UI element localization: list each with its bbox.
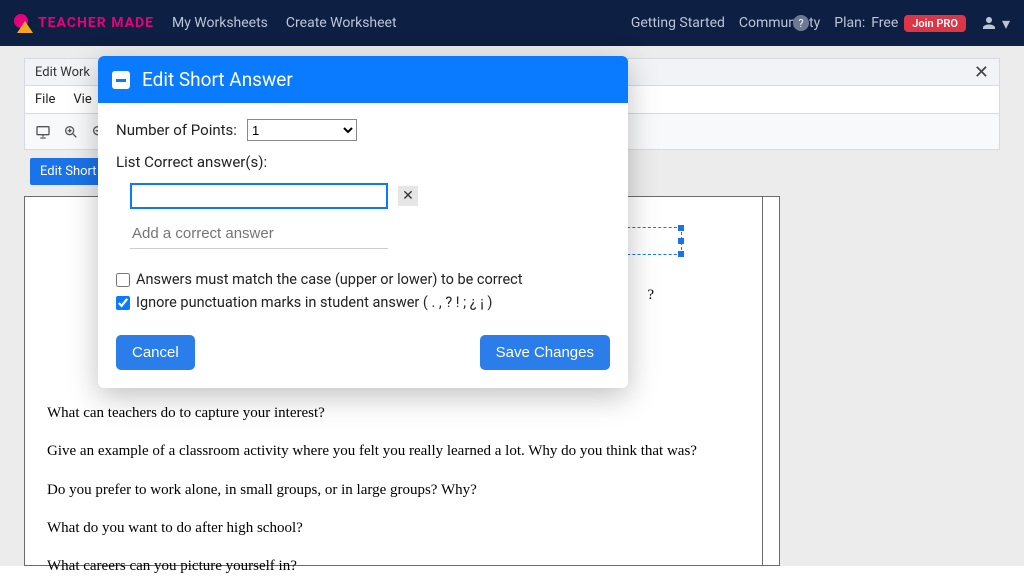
user-menu[interactable]: ▾ — [980, 14, 1010, 33]
ignore-punct-row[interactable]: Ignore punctuation marks in student answ… — [116, 294, 610, 311]
ignore-punct-label: Ignore punctuation marks in student answ… — [136, 294, 492, 311]
doc-line: Give an example of a classroom activity … — [47, 441, 740, 461]
edit-short-answer-modal: Edit Short Answer Number of Points: 1 Li… — [98, 56, 628, 388]
top-navbar: TEACHER MADE My Worksheets Create Worksh… — [0, 0, 1024, 46]
help-icon: ? — [793, 15, 809, 31]
save-changes-button[interactable]: Save Changes — [480, 335, 610, 370]
edit-short-button[interactable]: Edit Short — [30, 158, 107, 185]
doc-text-fragment: ? — [647, 285, 654, 305]
cancel-button[interactable]: Cancel — [116, 335, 195, 370]
doc-line: Do you prefer to work alone, in small gr… — [47, 480, 740, 500]
collapse-icon[interactable] — [112, 71, 130, 89]
join-pro-button[interactable]: Join PRO — [904, 15, 966, 32]
close-worksheet-button[interactable]: ✕ — [974, 62, 989, 83]
chevron-down-icon: ▾ — [1002, 14, 1010, 33]
doc-line: What careers can you picture yourself in… — [47, 556, 740, 576]
add-answer-input[interactable] — [130, 219, 388, 249]
worksheet-title: Edit Work — [35, 65, 90, 80]
user-icon — [980, 14, 998, 32]
modal-title: Edit Short Answer — [142, 68, 293, 91]
doc-line: What can teachers do to capture your int… — [47, 403, 740, 423]
brand-mark-icon — [14, 14, 32, 32]
points-select[interactable]: 1 — [247, 119, 357, 141]
selection-box[interactable] — [622, 227, 682, 255]
correct-answer-input[interactable] — [130, 183, 388, 209]
nav-my-worksheets[interactable]: My Worksheets — [172, 15, 268, 31]
points-label: Number of Points: — [116, 121, 237, 139]
remove-answer-button[interactable]: ✕ — [398, 186, 418, 206]
brand-logo: TEACHER MADE — [14, 14, 154, 32]
match-case-checkbox[interactable] — [116, 273, 130, 287]
modal-header: Edit Short Answer — [98, 56, 628, 103]
nav-community[interactable]: Commun?ty — [739, 15, 820, 32]
nav-create-worksheet[interactable]: Create Worksheet — [286, 15, 397, 31]
ignore-punct-checkbox[interactable] — [116, 296, 130, 310]
present-icon[interactable] — [35, 124, 51, 140]
doc-line: What do you want to do after high school… — [47, 518, 740, 538]
zoom-in-icon[interactable] — [63, 124, 79, 140]
match-case-label: Answers must match the case (upper or lo… — [136, 271, 522, 288]
menu-file[interactable]: File — [35, 92, 55, 107]
match-case-row[interactable]: Answers must match the case (upper or lo… — [116, 271, 610, 288]
menu-view[interactable]: Vie — [73, 92, 91, 107]
list-answers-label: List Correct answer(s): — [116, 153, 610, 171]
plan-indicator: Plan: Free Join PRO — [834, 15, 966, 32]
nav-getting-started[interactable]: Getting Started — [631, 15, 725, 31]
brand-name: TEACHER MADE — [38, 15, 154, 31]
